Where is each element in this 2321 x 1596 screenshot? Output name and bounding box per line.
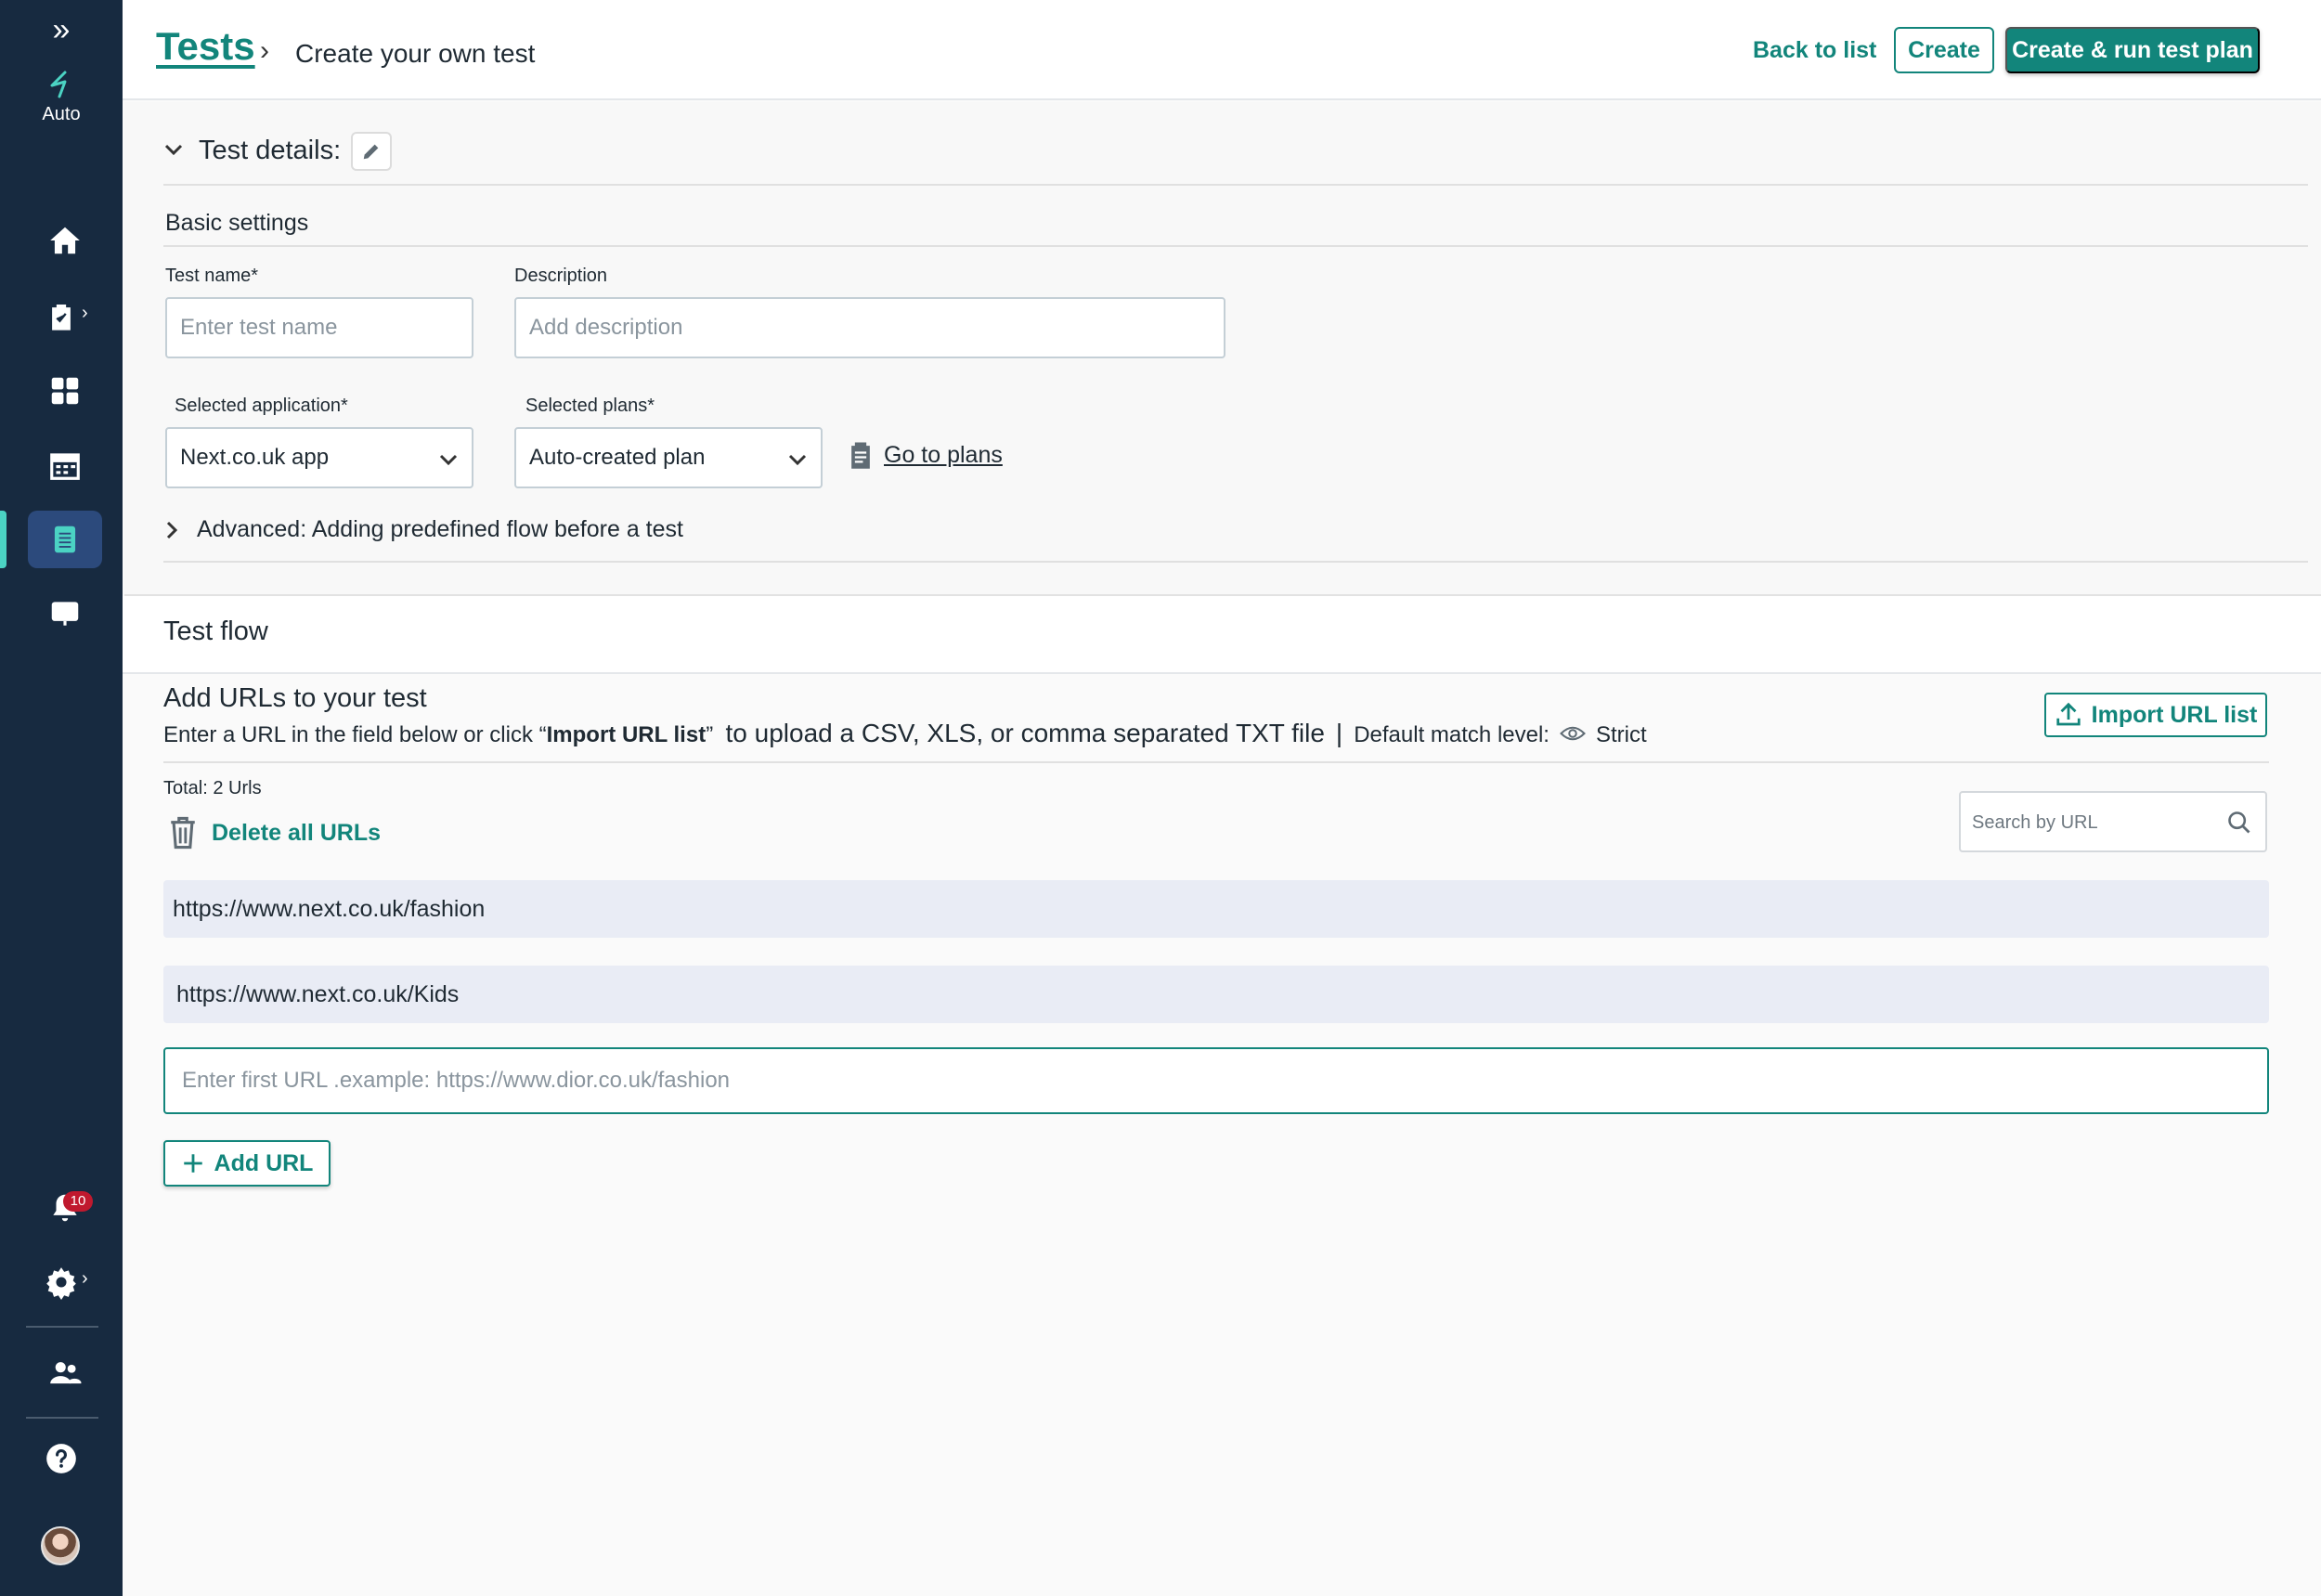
user-avatar[interactable] xyxy=(41,1526,80,1565)
expand-sidebar-icon[interactable]: » xyxy=(45,13,78,46)
plus-icon xyxy=(183,1154,202,1173)
collapse-chevron-icon[interactable] xyxy=(163,139,184,160)
logo-label: Auto xyxy=(42,104,81,124)
chevron-down-icon xyxy=(788,454,807,466)
url-search-input[interactable] xyxy=(1972,802,2213,843)
search-icon[interactable] xyxy=(2226,810,2252,836)
application-value: Next.co.uk app xyxy=(180,445,330,470)
url-list-item[interactable]: https://www.next.co.uk/Kids xyxy=(163,966,2269,1023)
match-level-label: Default match level: xyxy=(1354,722,1549,747)
edit-pencil-icon[interactable] xyxy=(351,132,392,171)
divider xyxy=(163,245,2308,247)
notification-badge: 10 xyxy=(63,1191,93,1212)
test-name-label: Test name* xyxy=(165,266,259,286)
add-urls-heading: Add URLs to your test xyxy=(163,683,427,713)
divider xyxy=(163,561,2308,563)
plans-select[interactable]: Auto-created plan xyxy=(514,427,823,488)
hint-upload-text: to upload a CSV, XLS, or comma separated… xyxy=(725,719,1325,747)
auto-logo-icon xyxy=(50,71,67,98)
plans-value: Auto-created plan xyxy=(529,445,706,470)
active-indicator xyxy=(0,511,6,568)
chevron-down-icon xyxy=(439,454,458,466)
page-title: Create your own test xyxy=(295,39,536,68)
back-to-list-button[interactable]: Back to list xyxy=(1753,37,1876,64)
test-details-title: Test details: xyxy=(199,136,342,165)
delete-all-urls-label: Delete all URLs xyxy=(212,819,382,846)
hint-import-label: Import URL list xyxy=(546,722,707,747)
test-flow-header xyxy=(123,596,2321,674)
test-flow-title: Test flow xyxy=(163,616,268,646)
chevron-right-icon xyxy=(166,521,178,538)
match-level-value[interactable]: Strict xyxy=(1596,722,1647,748)
breadcrumb-tests-link[interactable]: Tests xyxy=(156,24,255,69)
dashboard-grid-icon[interactable] xyxy=(28,362,102,420)
import-url-list-label: Import URL list xyxy=(2091,701,2258,728)
calendar-icon[interactable] xyxy=(28,436,102,494)
description-label: Description xyxy=(514,266,608,286)
monitor-icon[interactable] xyxy=(28,585,102,642)
basic-settings-heading: Basic settings xyxy=(165,210,309,236)
url-text: https://www.next.co.uk/Kids xyxy=(176,980,460,1007)
team-users-icon[interactable] xyxy=(28,1344,102,1402)
hint-separator: | xyxy=(1335,719,1343,747)
advanced-label: Advanced: Adding predefined flow before … xyxy=(197,516,683,542)
delete-all-urls-button[interactable]: Delete all URLs xyxy=(167,815,381,850)
home-icon[interactable] xyxy=(28,212,102,269)
hint-text: Enter a URL in the field below or click … xyxy=(163,722,547,747)
create-and-run-button[interactable]: Create & run test plan xyxy=(2005,27,2260,73)
help-question-icon[interactable] xyxy=(24,1430,98,1487)
eye-match-icon xyxy=(1560,726,1586,741)
settings-caret-icon: › xyxy=(82,1268,88,1289)
add-url-button[interactable]: Add URL xyxy=(163,1140,331,1187)
breadcrumb-chevron-icon: › xyxy=(260,35,269,66)
clipboard-icon xyxy=(851,442,870,469)
submenu-caret-icon: › xyxy=(82,303,88,323)
import-url-list-button[interactable]: Import URL list xyxy=(2044,693,2267,737)
create-button[interactable]: Create xyxy=(1894,27,1994,73)
application-label: Selected application* xyxy=(175,396,348,416)
url-text: https://www.next.co.uk/fashion xyxy=(173,895,486,922)
url-search-box xyxy=(1959,791,2267,852)
advanced-toggle[interactable]: Advanced: Adding predefined flow before … xyxy=(163,516,683,543)
description-input[interactable] xyxy=(514,297,1225,358)
test-name-input[interactable] xyxy=(165,297,473,358)
go-to-plans-link[interactable]: Go to plans xyxy=(847,440,1003,470)
plans-label: Selected plans* xyxy=(525,396,655,416)
sidebar-divider xyxy=(26,1417,98,1419)
divider xyxy=(163,761,2269,763)
sidebar-divider xyxy=(26,1326,98,1328)
import-hint: Enter a URL in the field below or click … xyxy=(163,719,1647,748)
sidebar: » Auto › 10 › xyxy=(0,0,123,1596)
tests-list-icon[interactable] xyxy=(28,511,102,568)
url-list-item[interactable]: https://www.next.co.uk/fashion xyxy=(163,880,2269,938)
hint-quote: ” xyxy=(706,722,726,747)
application-select[interactable]: Next.co.uk app xyxy=(165,427,473,488)
add-url-label: Add URL xyxy=(214,1149,314,1176)
url-total-count: Total: 2 Urls xyxy=(163,778,262,798)
go-to-plans-label: Go to plans xyxy=(884,441,1003,468)
new-url-input[interactable] xyxy=(163,1047,2269,1114)
divider xyxy=(163,184,2308,186)
upload-icon xyxy=(2056,702,2081,726)
trash-icon xyxy=(171,816,195,850)
